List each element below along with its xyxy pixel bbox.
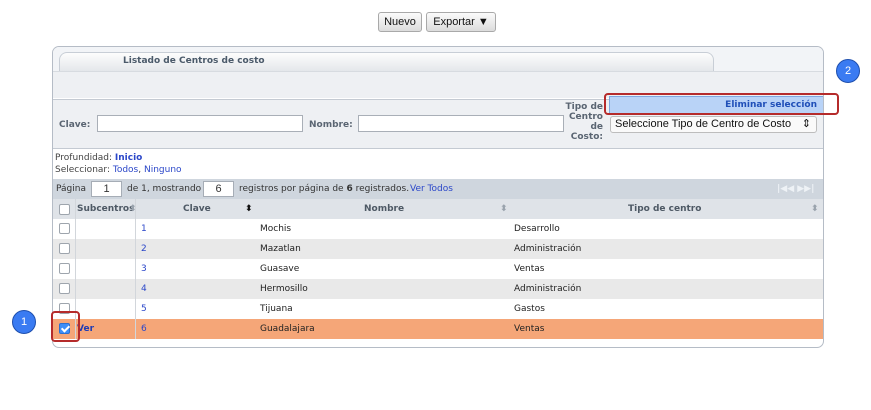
nombre-cell: Hermosillo xyxy=(260,284,308,294)
table-row[interactable]: 5 Tijuana Gastos xyxy=(53,299,823,319)
callout-2: 2 xyxy=(836,59,860,83)
nombre-cell: Mazatlan xyxy=(260,244,301,254)
select-all-checkbox[interactable] xyxy=(59,204,70,215)
page-input[interactable]: 1 xyxy=(91,181,122,197)
sort-icon[interactable]: ⬍ xyxy=(811,204,819,214)
tipo-label: Tipo de Centro de Costo: xyxy=(565,102,603,142)
table-row[interactable]: 1 Mochis Desarrollo xyxy=(53,219,823,239)
per-page-input[interactable]: 6 xyxy=(203,181,234,197)
nombre-cell: Tijuana xyxy=(260,304,293,314)
column-divider xyxy=(135,199,136,339)
nombre-cell: Guasave xyxy=(260,264,300,274)
tipo-cell: Ventas xyxy=(514,264,545,274)
table-row[interactable]: Ver 6 Guadalajara Ventas xyxy=(53,319,823,339)
tipo-header[interactable]: Tipo de centro xyxy=(628,204,701,214)
nuevo-button[interactable]: Nuevo xyxy=(378,12,422,32)
tipo-cell: Desarrollo xyxy=(514,224,560,234)
tipo-cell: Gastos xyxy=(514,304,545,314)
pager-nav-icon[interactable]: |◀◀ ▶▶| xyxy=(777,184,814,194)
row-checkbox[interactable] xyxy=(59,243,70,254)
cost-centers-panel: Listado de Centros de costo Clave: Nombr… xyxy=(52,46,824,348)
row-checkbox[interactable] xyxy=(59,263,70,274)
clave-cell[interactable]: 4 xyxy=(141,284,147,294)
clave-cell[interactable]: 6 xyxy=(141,324,147,334)
pagina-label: Página xyxy=(56,184,86,194)
clave-cell[interactable]: 5 xyxy=(141,304,147,314)
sort-desc-icon[interactable]: ⬍ xyxy=(245,204,253,214)
panel-header: Listado de Centros de costo xyxy=(53,47,823,71)
sort-icon[interactable]: ⬍ xyxy=(500,204,508,214)
nombre-label: Nombre: xyxy=(309,120,353,130)
nombre-cell: Guadalajara xyxy=(260,324,315,334)
panel-title: Listado de Centros de costo xyxy=(123,56,265,66)
ver-todos-link[interactable]: Ver Todos xyxy=(410,184,453,194)
checkbox-highlight xyxy=(51,311,80,342)
exportar-button[interactable]: Exportar ▼ xyxy=(426,12,496,32)
profundidad-info: Profundidad: Inicio xyxy=(55,153,143,163)
clave-header[interactable]: Clave xyxy=(183,204,211,214)
todos-link[interactable]: Todos xyxy=(113,165,138,175)
tipo-centro-select[interactable]: Seleccione Tipo de Centro de Costo ⇕ xyxy=(610,116,817,133)
profundidad-link[interactable]: Inicio xyxy=(115,153,142,163)
clave-cell[interactable]: 2 xyxy=(141,244,147,254)
row-checkbox[interactable] xyxy=(59,223,70,234)
tipo-cell: Ventas xyxy=(514,324,545,334)
table-row[interactable]: 2 Mazatlan Administración xyxy=(53,239,823,259)
clave-label: Clave: xyxy=(59,120,91,130)
select-arrows-icon: ⇕ xyxy=(801,118,811,130)
table-header: Subcentros ⬍ Clave ⬍ Nombre ⬍ Tipo de ce… xyxy=(53,199,823,219)
seleccionar-info: Seleccionar: Todos, Ninguno xyxy=(55,165,182,175)
eliminar-highlight xyxy=(604,93,839,115)
tipo-cell: Administración xyxy=(514,244,582,254)
table-row[interactable]: 4 Hermosillo Administración xyxy=(53,279,823,299)
table-row[interactable]: 3 Guasave Ventas xyxy=(53,259,823,279)
row-checkbox[interactable] xyxy=(59,283,70,294)
ninguno-link[interactable]: Ninguno xyxy=(144,165,182,175)
registros-label: registros por página de 6 registrados. xyxy=(239,184,410,194)
subcentros-header[interactable]: Subcentros xyxy=(77,204,134,214)
tipo-select-value: Seleccione Tipo de Centro de Costo xyxy=(615,118,792,130)
clave-cell[interactable]: 3 xyxy=(141,264,147,274)
tipo-cell: Administración xyxy=(514,284,582,294)
nombre-cell: Mochis xyxy=(260,224,292,234)
pager: Página 1 de 1, mostrando 6 registros por… xyxy=(53,179,823,199)
nombre-input[interactable] xyxy=(358,115,564,132)
nombre-header[interactable]: Nombre xyxy=(364,204,404,214)
clave-input[interactable] xyxy=(97,115,303,132)
clave-cell[interactable]: 1 xyxy=(141,224,147,234)
de-mostrando-label: de 1, mostrando xyxy=(127,184,202,194)
callout-1: 1 xyxy=(12,310,36,334)
